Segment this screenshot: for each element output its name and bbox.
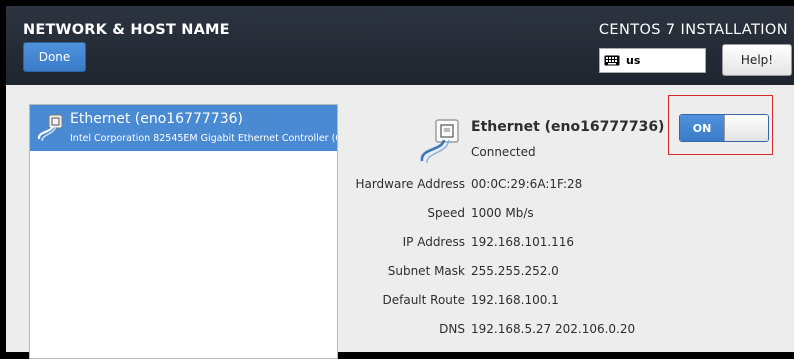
- info-row-speed: Speed 1000 Mb/s: [6, 206, 794, 224]
- info-row-ip-address: IP Address 192.168.101.116: [6, 235, 794, 253]
- page-title: NETWORK & HOST NAME: [23, 22, 230, 38]
- info-value: 1000 Mb/s: [471, 206, 534, 220]
- network-cable-icon: [37, 114, 63, 142]
- network-cable-icon: [420, 119, 459, 164]
- info-row-hardware-address: Hardware Address 00:0C:29:6A:1F:28: [6, 177, 794, 195]
- device-description: Intel Corporation 82545EM Gigabit Ethern…: [70, 133, 337, 144]
- info-row-subnet-mask: Subnet Mask 255.255.252.0: [6, 264, 794, 282]
- info-value: 00:0C:29:6A:1F:28: [471, 177, 583, 191]
- info-label: Hardware Address: [355, 177, 465, 191]
- info-label: Subnet Mask: [387, 264, 465, 278]
- info-row-default-route: Default Route 192.168.100.1: [6, 293, 794, 311]
- network-content: Ethernet (eno16777736) Intel Corporation…: [6, 85, 794, 359]
- device-list[interactable]: Ethernet (eno16777736) Intel Corporation…: [29, 104, 338, 359]
- info-value: 192.168.100.1: [471, 293, 559, 307]
- keyboard-icon: [604, 55, 620, 66]
- connection-toggle-switch[interactable]: ON: [679, 114, 769, 142]
- done-button[interactable]: Done: [23, 42, 86, 72]
- info-label: Default Route: [382, 293, 466, 307]
- switch-knob[interactable]: [724, 115, 768, 141]
- info-label: DNS: [439, 322, 465, 336]
- device-name: Ethernet (eno16777736): [70, 111, 243, 127]
- header-bar: NETWORK & HOST NAME Done CENTOS 7 INSTAL…: [6, 6, 794, 85]
- info-value: 192.168.5.27 202.106.0.20: [471, 322, 636, 336]
- info-row-dns: DNS 192.168.5.27 202.106.0.20: [6, 322, 794, 340]
- connection-status: Connected: [471, 145, 536, 159]
- installation-title: CENTOS 7 INSTALLATION: [598, 22, 788, 38]
- keyboard-layout-label: us: [626, 54, 641, 67]
- info-value: 192.168.101.116: [471, 235, 575, 249]
- installer-window: NETWORK & HOST NAME Done CENTOS 7 INSTAL…: [0, 0, 794, 359]
- info-label: Speed: [427, 206, 465, 220]
- help-button[interactable]: Help!: [722, 44, 792, 76]
- switch-on-label: ON: [680, 115, 724, 141]
- info-label: IP Address: [402, 235, 465, 249]
- keyboard-layout-indicator[interactable]: us: [599, 48, 706, 73]
- device-detail-name: Ethernet (eno16777736): [471, 119, 665, 135]
- info-value: 255.255.252.0: [471, 264, 559, 278]
- device-list-item[interactable]: Ethernet (eno16777736) Intel Corporation…: [30, 105, 337, 151]
